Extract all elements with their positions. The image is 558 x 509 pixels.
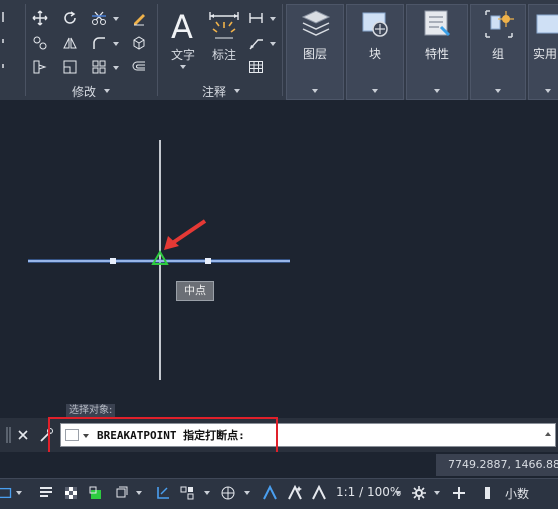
osnap-midpoint-tooltip: 中点 — [176, 281, 214, 301]
properties-button[interactable]: 特性 — [406, 4, 468, 100]
partial-tool-icon[interactable] — [0, 8, 18, 26]
partial-tool-icon[interactable] — [0, 57, 18, 75]
offset-icon[interactable] — [130, 58, 148, 76]
selection-filter-icon[interactable] — [177, 483, 197, 503]
cursor-coordinates[interactable]: 7749.2887, 1466.882 — [436, 454, 558, 476]
scale-icon[interactable] — [61, 58, 79, 76]
block-button-label: 块 — [368, 47, 381, 61]
utilities-button[interactable]: 实用 — [528, 4, 558, 100]
erase-pencil-icon[interactable] — [130, 9, 148, 27]
dimension-button-label[interactable]: 标注 — [212, 46, 236, 63]
group-button-label: 组 — [491, 47, 504, 61]
auto-scale-icon[interactable] — [285, 483, 305, 503]
gizmo-chevron-icon[interactable] — [244, 491, 250, 495]
3d-osnap-chevron-icon[interactable] — [136, 491, 142, 495]
selection-filter-chevron-icon[interactable] — [204, 491, 210, 495]
annotation-visibility-icon[interactable] — [260, 483, 280, 503]
model-dropdown-chevron-icon[interactable] — [16, 491, 22, 495]
selection-cycling-icon[interactable] — [86, 483, 106, 503]
layers-button-label: 图层 — [302, 47, 327, 61]
command-input[interactable]: BREAKATPOINT 指定打断点: — [60, 423, 556, 447]
annotation-panel-chevron-icon[interactable] — [234, 89, 240, 93]
annotation-scale-chevron-icon[interactable] — [395, 491, 401, 495]
properties-dropdown-chevron-icon[interactable] — [434, 89, 440, 93]
properties-icon — [421, 7, 455, 41]
workspace-chevron-icon[interactable] — [434, 491, 440, 495]
units-value[interactable]: 小数 — [505, 485, 529, 502]
layers-icon — [299, 7, 333, 41]
recent-commands-icon[interactable] — [65, 429, 79, 441]
block-insert-icon — [359, 7, 393, 41]
lineweight-icon[interactable] — [36, 483, 56, 503]
layers-button[interactable]: 图层 — [286, 4, 344, 100]
array-dropdown-chevron-icon[interactable] — [113, 66, 119, 70]
utilities-button-label: 实用 — [533, 47, 558, 61]
annotation-panel-label[interactable]: 注释 — [202, 83, 226, 100]
pointer-arrow-shaft — [169, 219, 207, 246]
drawing-canvas[interactable] — [0, 100, 558, 420]
annotation-scale-icon[interactable] — [309, 483, 329, 503]
group-dropdown-chevron-icon[interactable] — [495, 89, 501, 93]
line-grip[interactable] — [205, 258, 211, 264]
trim-icon[interactable] — [90, 9, 108, 27]
annotation-scale-value[interactable]: 1:1 / 100% — [336, 485, 401, 499]
line-grip[interactable] — [110, 258, 116, 264]
gizmo-icon[interactable] — [218, 483, 238, 503]
linear-dimension-icon[interactable] — [247, 9, 265, 27]
units-icon[interactable] — [478, 483, 498, 503]
command-scroll-up-icon[interactable] — [545, 432, 551, 436]
block-dropdown-chevron-icon[interactable] — [372, 89, 378, 93]
layers-dropdown-chevron-icon[interactable] — [312, 89, 318, 93]
recent-commands-chevron-icon[interactable] — [83, 434, 89, 438]
workspace-gear-icon[interactable] — [409, 483, 429, 503]
trim-dropdown-chevron-icon[interactable] — [113, 17, 119, 21]
dimension-tool-icon[interactable] — [207, 10, 241, 44]
table-icon[interactable] — [247, 58, 265, 76]
transparency-icon[interactable] — [61, 483, 81, 503]
partial-tool-icon[interactable] — [0, 32, 18, 50]
text-dropdown-chevron-icon[interactable] — [180, 65, 186, 69]
move-icon[interactable] — [31, 9, 49, 27]
fillet-icon[interactable] — [90, 34, 108, 52]
modify-panel-chevron-icon[interactable] — [104, 89, 110, 93]
fillet-dropdown-chevron-icon[interactable] — [113, 42, 119, 46]
ribbon-separator — [157, 4, 158, 96]
command-history-hint: 选择对象: — [66, 404, 116, 418]
ribbon-separator — [282, 4, 283, 96]
group-icon — [482, 7, 516, 41]
annotation-monitor-plus-icon[interactable] — [449, 483, 469, 503]
copy-icon[interactable] — [31, 34, 49, 52]
leader-dropdown-chevron-icon[interactable] — [270, 42, 276, 46]
array-icon[interactable] — [90, 58, 108, 76]
ribbon: 修改 A 文字 标注 注释 图层 块 特性 组 实用 — [0, 0, 558, 100]
leader-icon[interactable] — [247, 34, 265, 52]
utilities-dropdown-chevron-icon[interactable] — [545, 89, 551, 93]
utilities-icon — [533, 9, 558, 39]
stretch-icon[interactable] — [31, 58, 49, 76]
properties-button-label: 特性 — [424, 47, 449, 61]
text-button-label[interactable]: 文字 — [171, 46, 195, 63]
group-button[interactable]: 组 — [470, 4, 526, 100]
command-prompt-text: BREAKATPOINT 指定打断点: — [97, 429, 245, 442]
3d-osnap-icon[interactable] — [111, 483, 131, 503]
explode-icon[interactable] — [130, 34, 148, 52]
customize-wrench-icon[interactable] — [38, 427, 54, 443]
dynamic-ucs-icon[interactable] — [153, 483, 173, 503]
model-space-icon[interactable] — [0, 483, 14, 503]
svg-text:A: A — [171, 8, 193, 44]
ribbon-separator — [25, 4, 26, 96]
modify-panel-label[interactable]: 修改 — [72, 83, 96, 100]
close-icon[interactable] — [16, 427, 30, 441]
rotate-icon[interactable] — [61, 9, 79, 27]
block-button[interactable]: 块 — [346, 4, 404, 100]
mirror-icon[interactable] — [61, 34, 79, 52]
command-grip-icon[interactable] — [6, 426, 12, 444]
text-tool-icon[interactable]: A — [168, 8, 200, 46]
linear-dimension-chevron-icon[interactable] — [270, 17, 276, 21]
